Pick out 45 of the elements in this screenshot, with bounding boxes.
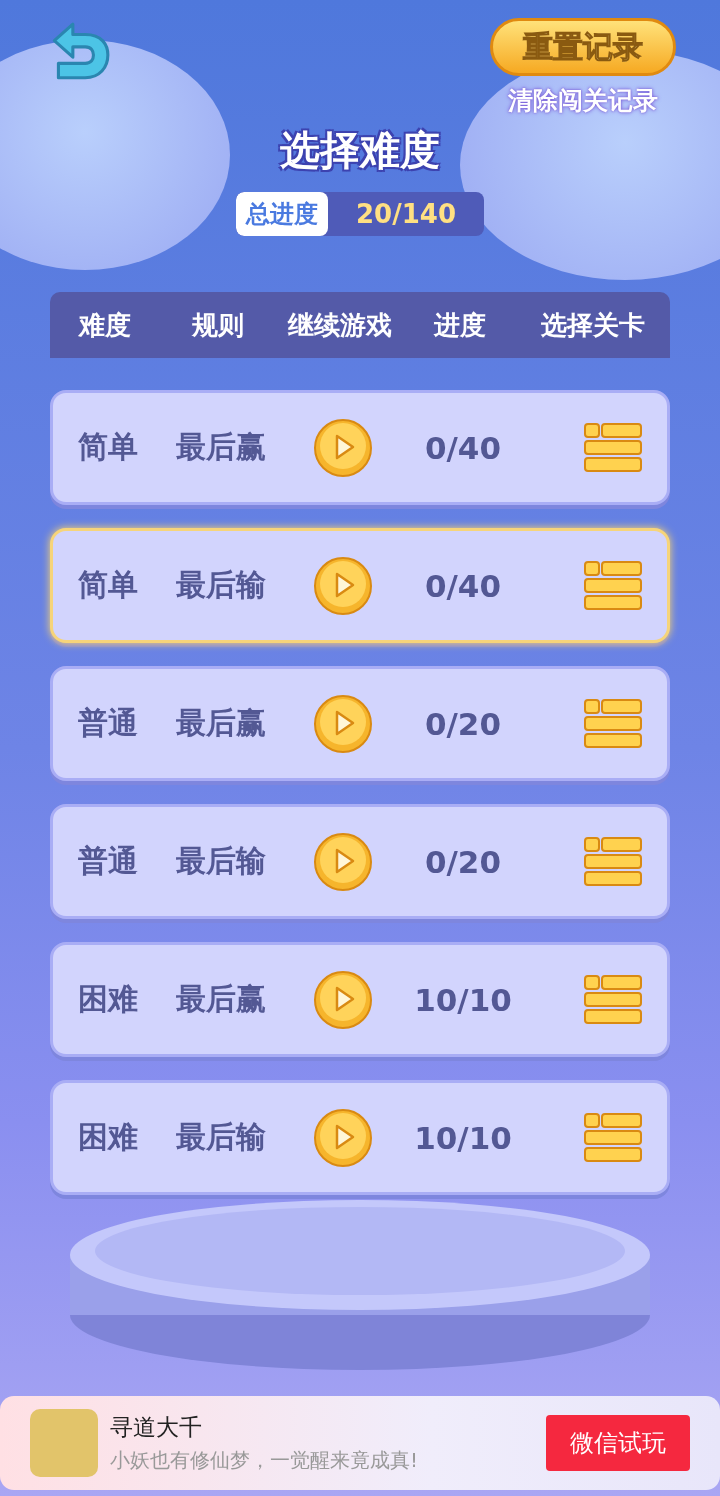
progress-cell-text: 0/40	[423, 429, 502, 466]
difficulty-cell-text: 困难	[77, 1118, 139, 1156]
difficulty-cell-text: 困难	[77, 980, 139, 1018]
play-button-icon[interactable]	[313, 417, 373, 478]
reset-records-button[interactable]: 重置记录	[490, 18, 676, 76]
play-button-icon[interactable]	[313, 969, 373, 1030]
level-list-icon[interactable]	[583, 974, 642, 1025]
total-progress-value: 20/140	[355, 198, 457, 231]
progress-cell-text: 10/10	[413, 981, 513, 1018]
ad-title: 寻道大千	[110, 1413, 203, 1442]
column-header: 继续游戏	[286, 308, 393, 342]
difficulty-cell-text: 普通	[77, 704, 139, 742]
ad-description: 小妖也有修仙梦，一觉醒来竟成真!	[110, 1447, 420, 1474]
game-icon-placeholder	[30, 1409, 98, 1477]
level-list-icon[interactable]	[583, 422, 642, 473]
rule-cell-text: 最后输	[174, 1118, 267, 1156]
rule-cell-text: 最后赢	[174, 704, 267, 742]
play-button-icon[interactable]	[313, 1107, 373, 1168]
play-button-icon[interactable]	[313, 831, 373, 892]
progress-cell-text: 0/20	[423, 843, 502, 880]
rule-cell-text: 最后输	[174, 842, 267, 880]
level-list-icon[interactable]	[583, 698, 642, 749]
difficulty-cell-text: 普通	[77, 842, 139, 880]
total-progress-label: 总进度	[236, 192, 328, 236]
rule-cell-text: 最后输	[174, 566, 267, 604]
difficulty-cell-text: 简单	[77, 566, 139, 604]
level-list-icon[interactable]	[583, 1112, 642, 1163]
level-list-icon[interactable]	[583, 836, 642, 887]
page-title: 选择难度	[280, 126, 440, 175]
ad-banner[interactable]: 寻道大千 小妖也有修仙梦，一觉醒来竟成真! 微信试玩	[0, 1396, 720, 1490]
progress-cell-text: 0/20	[423, 705, 502, 742]
column-header: 规则	[190, 308, 245, 342]
progress-cell-text: 0/40	[423, 567, 502, 604]
column-header: 难度	[77, 308, 132, 342]
column-header: 进度	[432, 308, 487, 342]
try-play-button[interactable]: 微信试玩	[546, 1415, 690, 1471]
progress-cell-text: 10/10	[413, 1119, 513, 1156]
rule-cell-text: 最后赢	[174, 428, 267, 466]
difficulty-cell-text: 简单	[77, 428, 139, 466]
clear-records-hint: 清除闯关记录	[508, 85, 658, 117]
level-list-icon[interactable]	[583, 560, 642, 611]
play-button-icon[interactable]	[313, 555, 373, 616]
rule-cell-text: 最后赢	[174, 980, 267, 1018]
column-header: 选择关卡	[539, 308, 646, 342]
play-button-icon[interactable]	[313, 693, 373, 754]
